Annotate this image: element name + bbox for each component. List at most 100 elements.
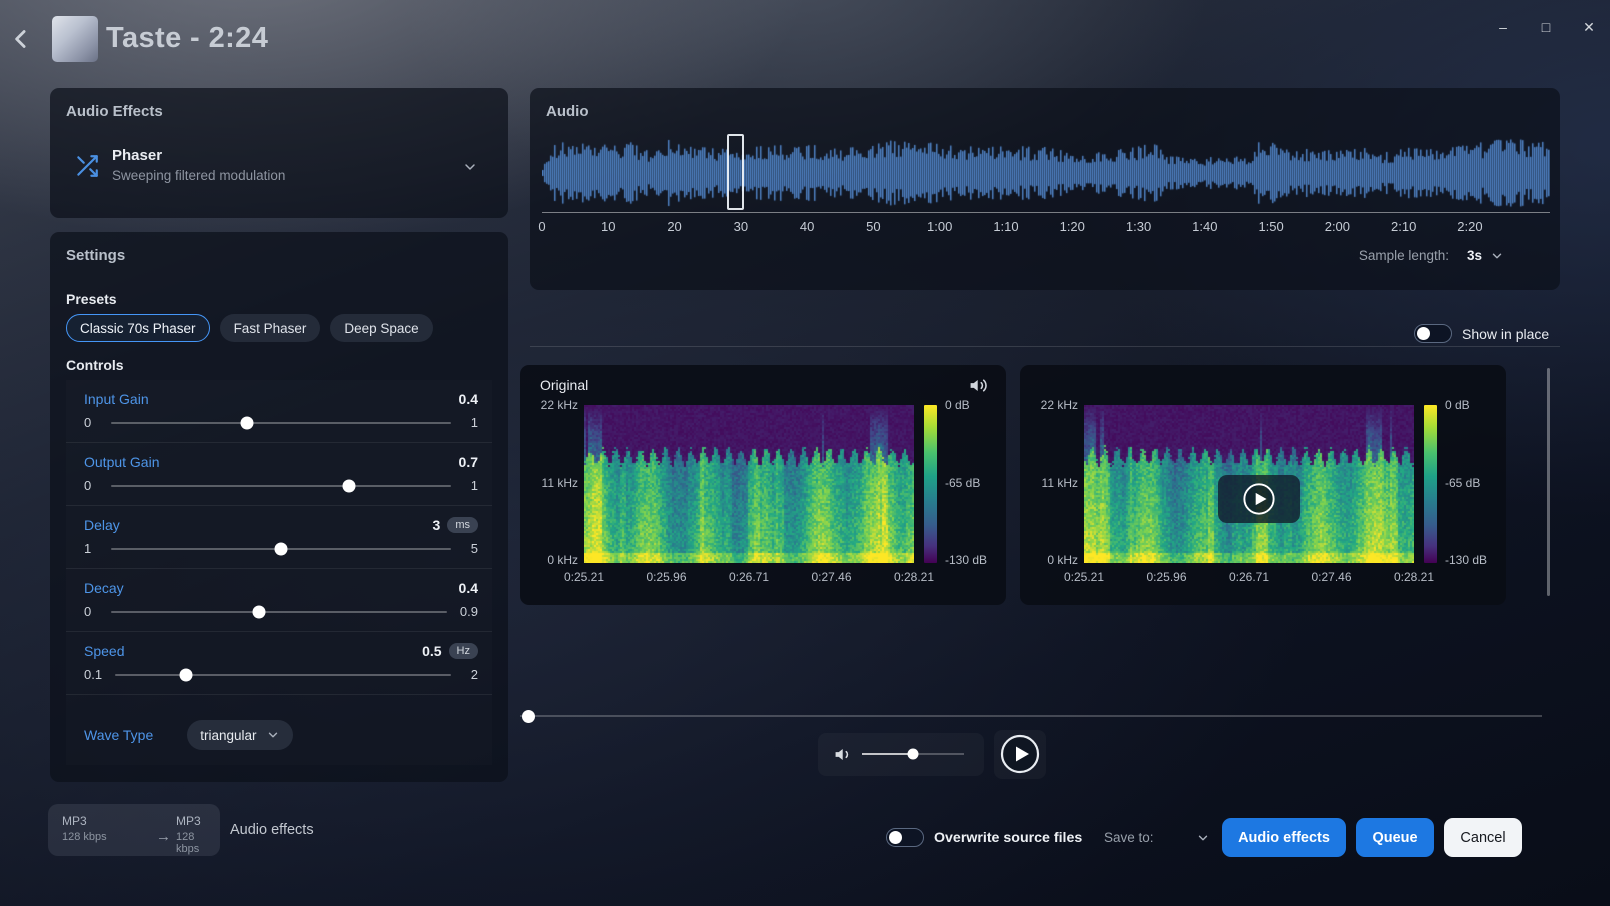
freq-tick: 11 kHz: [526, 476, 578, 490]
slider-min: 0: [84, 415, 98, 430]
slider-row-speed: Speed 0.5 Hz 0.1 2: [66, 632, 492, 695]
effect-selector[interactable]: Phaser Sweeping filtered modulation: [64, 138, 494, 196]
save-to-control[interactable]: Save to:: [1104, 830, 1210, 845]
sample-length-label: Sample length:: [1359, 248, 1449, 263]
show-in-place-toggle[interactable]: [1414, 324, 1452, 343]
audio-card-title: Audio: [546, 103, 589, 120]
slider-max: 5: [464, 541, 478, 556]
seek-bar[interactable]: [520, 708, 1542, 724]
slider-label: Output Gain: [84, 454, 160, 470]
section-divider: [530, 346, 1560, 347]
minimize-button[interactable]: –: [1490, 14, 1516, 40]
overwrite-toggle[interactable]: [886, 828, 924, 847]
slider-min: 0.1: [84, 667, 102, 682]
audio-effects-card-title: Audio Effects: [66, 103, 163, 120]
volume-slider[interactable]: [862, 753, 964, 755]
sample-selection-box[interactable]: [727, 134, 744, 210]
slider-value: 3: [433, 517, 441, 533]
track-title: Taste - 2:24: [106, 22, 268, 55]
slider-label: Speed: [84, 643, 124, 659]
slider-row-input-gain: Input Gain 0.4 0 1: [66, 380, 492, 443]
close-button[interactable]: ✕: [1576, 14, 1602, 40]
presets-label: Presets: [66, 291, 117, 307]
back-button[interactable]: [6, 24, 36, 54]
chevron-down-icon: [266, 728, 280, 742]
settings-card: Settings Presets Classic 70s Phaser Fast…: [50, 232, 508, 782]
seek-thumb[interactable]: [522, 710, 535, 723]
slider-value: 0.4: [459, 580, 478, 596]
volume-speaker-icon[interactable]: [834, 745, 853, 764]
slider-max: 1: [464, 415, 478, 430]
input-gain-slider[interactable]: [111, 422, 451, 424]
time-tick: 20: [655, 219, 695, 234]
wave-type-value: triangular: [200, 728, 256, 743]
spec-time-tick: 0:26.71: [1222, 570, 1276, 584]
arrow-right-icon: →: [156, 828, 171, 845]
db-tick: -65 dB: [945, 476, 1001, 490]
slider-thumb[interactable]: [179, 668, 192, 681]
time-tick: 10: [588, 219, 628, 234]
show-in-place-label: Show in place: [1462, 326, 1549, 342]
volume-slider-thumb[interactable]: [908, 749, 919, 760]
wave-type-dropdown[interactable]: triangular: [187, 720, 292, 750]
sample-length-control[interactable]: Sample length: 3s: [1359, 248, 1504, 263]
spec-time-axis: 0:25.21 0:25.96 0:26.71 0:27.46 0:28.21: [557, 570, 941, 584]
preset-classic-70s-phaser[interactable]: Classic 70s Phaser: [66, 314, 210, 342]
play-button[interactable]: [1000, 734, 1040, 774]
preset-fast-phaser[interactable]: Fast Phaser: [220, 314, 321, 342]
wave-type-row: Wave Type triangular: [66, 695, 492, 765]
time-tick: 1:00: [920, 219, 960, 234]
spectrogram-original-card: Original 22 kHz 11 kHz 0 kHz 0 dB -65 dB…: [520, 365, 1006, 605]
preset-row: Classic 70s Phaser Fast Phaser Deep Spac…: [66, 314, 433, 342]
spec-time-tick: 0:25.96: [1140, 570, 1194, 584]
time-tick: 1:20: [1052, 219, 1092, 234]
slider-min: 1: [84, 541, 98, 556]
slider-label: Input Gain: [84, 391, 149, 407]
unit-badge: ms: [447, 517, 478, 533]
time-tick-row: 0 10 20 30 40 50 1:00 1:10 1:20 1:30 1:4…: [522, 219, 1490, 234]
chevron-down-icon: [1490, 249, 1504, 263]
original-label: Original: [540, 377, 588, 393]
speed-slider[interactable]: [115, 674, 451, 676]
audio-effects-button[interactable]: Audio effects: [1222, 818, 1346, 857]
speaker-icon[interactable]: [969, 376, 988, 395]
vertical-scrollbar[interactable]: [1547, 368, 1550, 596]
slider-thumb[interactable]: [252, 605, 265, 618]
freq-tick: 22 kHz: [1026, 398, 1078, 412]
time-tick: 1:40: [1185, 219, 1225, 234]
slider-thumb[interactable]: [241, 416, 254, 429]
cancel-button[interactable]: Cancel: [1444, 818, 1522, 857]
freq-tick: 0 kHz: [1026, 553, 1078, 567]
target-bitrate: 128 kbps: [176, 831, 220, 855]
effect-description: Sweeping filtered modulation: [112, 168, 285, 183]
slider-max: 2: [464, 667, 478, 682]
slider-value: 0.5: [422, 643, 441, 659]
db-tick: 0 dB: [1445, 398, 1501, 412]
conversion-format-badge: MP3 128 kbps → MP3 128 kbps: [48, 804, 220, 856]
save-to-label: Save to:: [1104, 830, 1154, 845]
slider-thumb[interactable]: [343, 479, 356, 492]
wave-type-label: Wave Type: [84, 727, 153, 743]
audio-effects-card: Audio Effects Phaser Sweeping filtered m…: [50, 88, 508, 218]
spec-time-tick: 0:26.71: [722, 570, 776, 584]
slider-thumb[interactable]: [275, 542, 288, 555]
slider-row-output-gain: Output Gain 0.7 0 1: [66, 443, 492, 506]
settings-card-title: Settings: [66, 247, 125, 264]
time-tick: 50: [853, 219, 893, 234]
time-axis: [542, 212, 1550, 213]
delay-slider[interactable]: [111, 548, 451, 550]
time-tick: 1:30: [1119, 219, 1159, 234]
queue-button[interactable]: Queue: [1356, 818, 1434, 857]
maximize-button[interactable]: □: [1533, 14, 1559, 40]
db-colorbar: [924, 405, 937, 563]
decay-slider[interactable]: [111, 611, 447, 613]
freq-tick: 22 kHz: [526, 398, 578, 412]
play-icon: [1242, 482, 1276, 516]
output-gain-slider[interactable]: [111, 485, 451, 487]
preview-play-button[interactable]: [1218, 475, 1300, 523]
preset-deep-space[interactable]: Deep Space: [330, 314, 432, 342]
unit-badge: Hz: [449, 643, 478, 659]
time-tick: 2:10: [1384, 219, 1424, 234]
slider-row-decay: Decay 0.4 0 0.9: [66, 569, 492, 632]
waveform-canvas[interactable]: [542, 138, 1550, 208]
